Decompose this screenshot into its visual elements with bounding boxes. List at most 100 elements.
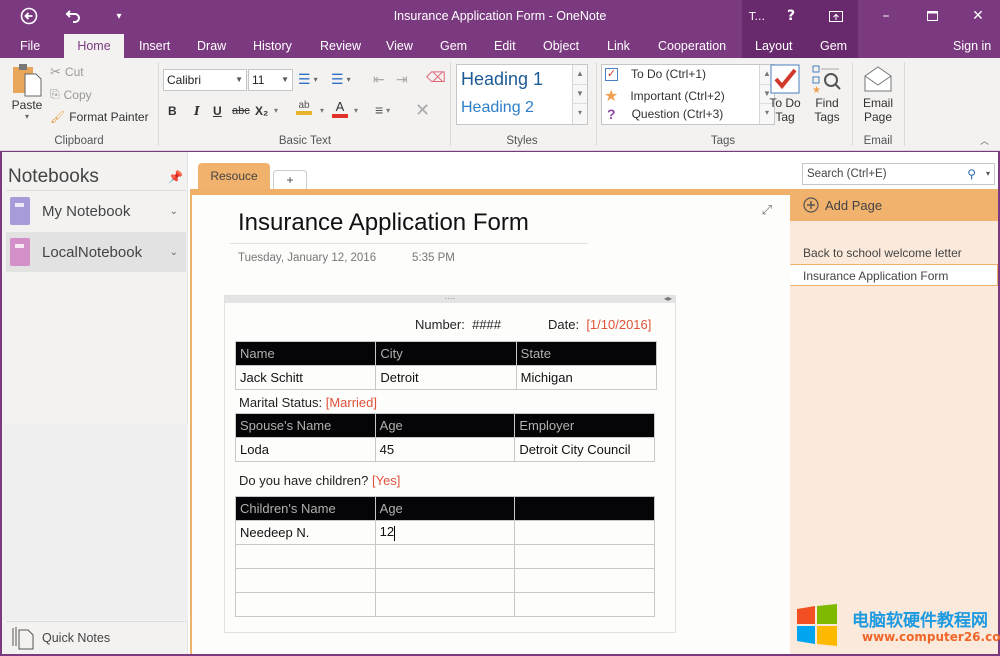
cut-button[interactable]: ✂ Cut (50, 64, 84, 80)
font-name-select[interactable]: Calibri ▼ (163, 69, 247, 91)
table-header-cell[interactable]: Age (374, 496, 516, 521)
close-button[interactable]: ✕ (958, 0, 998, 32)
table-header-cell[interactable]: State (515, 341, 658, 366)
page-item-back-to-school[interactable]: Back to school welcome letter (790, 242, 998, 264)
table-cell[interactable]: Loda (235, 437, 376, 462)
container-move-handle[interactable]: ···· ◂▸ (225, 295, 675, 303)
page-title[interactable]: Insurance Application Form (238, 209, 529, 237)
section-tab-resouce[interactable]: Resouce (198, 163, 270, 191)
styles-gallery[interactable]: Heading 1 Heading 2 ▲ ▼ ▾ (456, 64, 588, 125)
resize-arrows-icon[interactable]: ◂▸ (664, 295, 672, 303)
subscript-button[interactable]: X₂ (255, 104, 268, 118)
scroll-up-icon[interactable]: ▲ (573, 65, 587, 85)
ribbon-display-button[interactable] (818, 0, 854, 32)
sign-in-link[interactable]: Sign in (953, 34, 991, 58)
tab-draw[interactable]: Draw (197, 34, 226, 58)
bold-button[interactable]: B (168, 104, 177, 118)
tab-object[interactable]: Object (543, 34, 579, 58)
underline-button[interactable]: U (213, 104, 222, 118)
table-header-cell[interactable]: City (375, 341, 517, 366)
tab-gem[interactable]: Gem (440, 34, 467, 58)
font-color-button[interactable]: A (332, 100, 348, 118)
table-header-cell[interactable]: Spouse's Name (235, 413, 376, 438)
add-page-button[interactable]: Add Page (790, 189, 998, 221)
tab-history[interactable]: History (253, 34, 292, 58)
table-cell[interactable]: Needeep N. (235, 520, 376, 545)
tab-gem-2[interactable]: Gem (820, 34, 847, 58)
delete-button[interactable]: ✕ (415, 100, 430, 121)
decrease-indent-button[interactable]: ⇤ (373, 71, 385, 88)
minimize-button[interactable]: – (866, 0, 906, 32)
numbering-button[interactable]: ☰ ▾ (331, 71, 351, 88)
number-field[interactable]: Number: #### (415, 317, 501, 332)
table-cell[interactable] (374, 592, 516, 617)
notebook-localnotebook[interactable]: LocalNotebook ⌄ (6, 232, 186, 272)
marital-status-field[interactable]: Marital Status: [Married] (239, 395, 377, 410)
page-canvas[interactable]: ⤢ Insurance Application Form Tuesday, Ja… (190, 189, 790, 654)
style-heading-1[interactable]: Heading 1 (461, 69, 543, 90)
tags-gallery[interactable]: ✓ To Do (Ctrl+1) ★ Important (Ctrl+2) ? Que… (601, 64, 775, 125)
table-header-cell[interactable]: Children's Name (235, 496, 376, 521)
table-cell[interactable] (374, 544, 516, 569)
page-item-insurance-form[interactable]: Insurance Application Form (790, 264, 998, 286)
strikethrough-button[interactable]: abc (232, 105, 250, 117)
tab-view[interactable]: View (386, 34, 413, 58)
tag-important[interactable]: ★ Important (Ctrl+2) (604, 86, 725, 106)
table-cell[interactable] (374, 568, 516, 593)
collapse-ribbon-button[interactable]: ︿ (980, 134, 989, 147)
marital-value[interactable]: [Married] (326, 395, 377, 410)
bullets-button[interactable]: ☰ ▾ (298, 71, 318, 88)
table-header-cell[interactable]: Age (374, 413, 516, 438)
search-icon[interactable]: ⚲ (967, 164, 976, 184)
expand-gallery-icon[interactable]: ▾ (573, 104, 587, 124)
format-painter-button[interactable]: 🖌 Format Painter (50, 110, 149, 124)
tab-cooperation[interactable]: Cooperation (658, 34, 726, 58)
date-value[interactable]: [1/10/2016] (586, 317, 651, 332)
table-cell[interactable]: Detroit (375, 365, 517, 390)
align-button[interactable]: ≡ ▾ (375, 102, 390, 118)
increase-indent-button[interactable]: ⇥ (396, 71, 408, 88)
table-cell[interactable] (235, 568, 376, 593)
style-heading-2[interactable]: Heading 2 (461, 99, 534, 117)
table-cell[interactable]: Detroit City Council (514, 437, 655, 462)
find-tags-button[interactable]: ★ Find Tags (808, 64, 846, 124)
maximize-button[interactable] (912, 0, 952, 32)
table-cell[interactable]: 12 (374, 520, 516, 545)
subscript-dropdown[interactable]: ▾ (274, 106, 278, 115)
chevron-down-icon[interactable]: ⌄ (170, 206, 178, 217)
clear-formatting-button[interactable]: ⌫ (426, 69, 446, 86)
number-value[interactable]: #### (472, 317, 501, 332)
children-field[interactable]: Do you have children? [Yes] (239, 473, 400, 488)
quick-notes-button[interactable]: Quick Notes (12, 626, 110, 650)
table-header-cell[interactable]: Employer (514, 413, 655, 438)
table-header-cell[interactable]: Name (234, 341, 377, 366)
help-button[interactable]: ? (775, 0, 807, 32)
italic-button[interactable]: I (194, 104, 200, 118)
email-page-button[interactable]: Email Page (858, 64, 898, 124)
table-cell[interactable] (235, 592, 376, 617)
tag-question[interactable]: ? Question (Ctrl+3) (607, 106, 723, 122)
table-cell[interactable]: Jack Schitt (234, 365, 377, 390)
highlight-button[interactable]: ab (296, 100, 312, 115)
search-scope-dropdown[interactable]: ▾ (986, 164, 990, 184)
table-cell[interactable] (514, 544, 655, 569)
tab-home[interactable]: Home (64, 34, 124, 58)
table-cell[interactable] (514, 568, 655, 593)
tab-review[interactable]: Review (320, 34, 361, 58)
tab-insert[interactable]: Insert (139, 34, 170, 58)
children-value[interactable]: [Yes] (372, 473, 400, 488)
tab-layout[interactable]: Layout (755, 34, 793, 58)
table-cell[interactable]: 45 (374, 437, 516, 462)
scroll-down-icon[interactable]: ▼ (573, 85, 587, 105)
notebook-my-notebook[interactable]: My Notebook ⌄ (6, 191, 186, 231)
tag-todo[interactable]: ✓ To Do (Ctrl+1) (605, 67, 706, 81)
styles-scrollbar[interactable]: ▲ ▼ ▾ (572, 65, 587, 124)
copy-button[interactable]: ⎘ Copy (50, 87, 92, 102)
table-cell[interactable] (514, 520, 655, 545)
font-color-dropdown[interactable]: ▾ (354, 106, 358, 115)
chevron-down-icon[interactable]: ⌄ (170, 247, 178, 258)
date-field[interactable]: Date: [1/10/2016] (548, 317, 651, 332)
search-input[interactable]: Search (Ctrl+E) ⚲ ▾ (802, 163, 995, 185)
font-size-select[interactable]: 11 ▼ (248, 69, 293, 91)
note-container[interactable]: ···· ◂▸ Number: #### Date: [1/10/2016] Na… (224, 295, 676, 633)
